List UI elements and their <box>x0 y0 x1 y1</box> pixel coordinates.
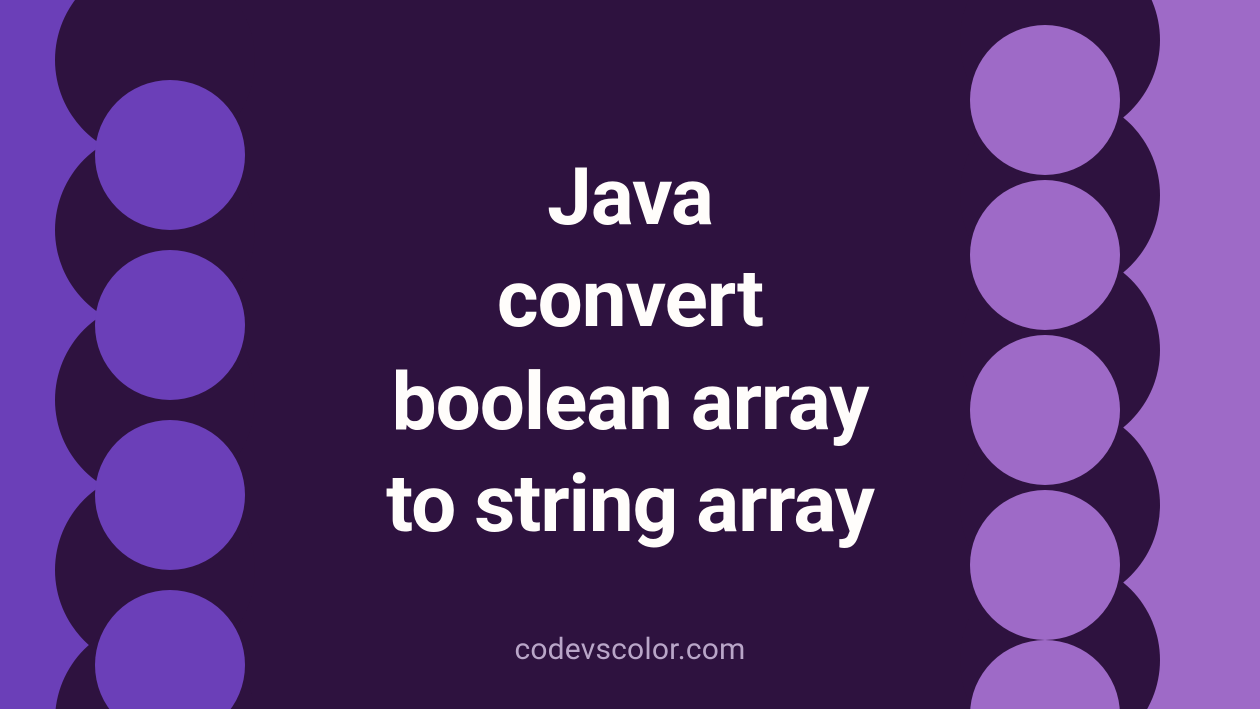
title-line-3: boolean array <box>392 355 869 449</box>
attribution-text: codevscolor.com <box>514 632 745 667</box>
title-line-1: Java <box>547 150 713 244</box>
banner-title: Java convert boolean array to string arr… <box>0 150 1260 552</box>
title-line-2: convert <box>497 252 763 346</box>
banner-canvas: Java convert boolean array to string arr… <box>0 0 1260 709</box>
title-line-4: to string array <box>386 457 874 551</box>
